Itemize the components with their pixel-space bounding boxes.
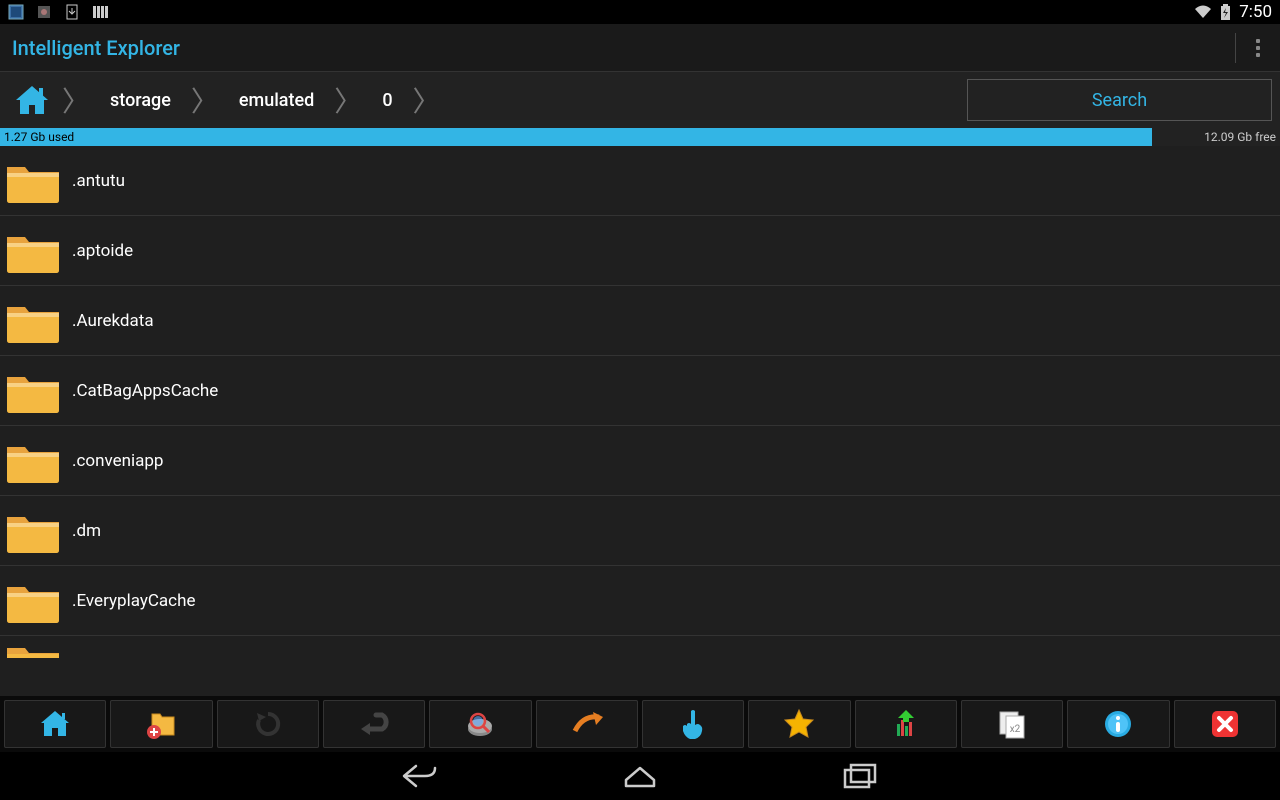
home-outline-icon bbox=[622, 762, 658, 790]
toolbar-sort-button[interactable] bbox=[536, 700, 638, 748]
chevron-right-icon: 〉 bbox=[185, 80, 225, 120]
toolbar-search-disk-button[interactable] bbox=[429, 700, 531, 748]
sort-icon bbox=[569, 709, 605, 739]
folder-name: .aptoide bbox=[72, 241, 133, 261]
breadcrumb-item-emulated[interactable]: emulated bbox=[225, 90, 328, 111]
status-bar: 7:50 bbox=[0, 0, 1280, 24]
toolbar-select-button[interactable] bbox=[642, 700, 744, 748]
back-icon bbox=[402, 762, 438, 790]
folder-icon bbox=[4, 367, 62, 415]
folder-row[interactable]: .conveniapp bbox=[0, 426, 1280, 496]
chevron-right-icon: 〉 bbox=[328, 80, 368, 120]
search-button[interactable]: Search bbox=[967, 79, 1272, 121]
toolbar-refresh-button[interactable] bbox=[217, 700, 319, 748]
title-divider bbox=[1235, 33, 1236, 63]
overflow-menu-button[interactable] bbox=[1248, 31, 1268, 65]
folder-row[interactable]: .EveryplayCache bbox=[0, 566, 1280, 636]
recents-icon bbox=[843, 763, 877, 789]
folder-icon bbox=[4, 227, 62, 275]
toolbar-close-button[interactable] bbox=[1174, 700, 1276, 748]
storage-free-label: 12.09 Gb free bbox=[1204, 130, 1280, 144]
upload-icon bbox=[891, 708, 921, 740]
storage-usage-bar: 1.27 Gb used 12.09 Gb free bbox=[0, 128, 1280, 146]
folder-name: .Aurekdata bbox=[72, 311, 154, 331]
toolbar-new-folder-button[interactable] bbox=[110, 700, 212, 748]
status-bars-icon bbox=[92, 4, 108, 20]
status-download-icon bbox=[64, 4, 80, 20]
breadcrumb-item-0[interactable]: 0 bbox=[368, 90, 406, 111]
toolbar-favorite-button[interactable] bbox=[748, 700, 850, 748]
breadcrumb-item-storage[interactable]: storage bbox=[96, 90, 185, 111]
app-title: Intelligent Explorer bbox=[12, 36, 180, 60]
folder-icon bbox=[4, 577, 62, 625]
folder-row[interactable]: .CatBagAppsCache bbox=[0, 356, 1280, 426]
undo-icon bbox=[356, 711, 392, 737]
android-nav-bar bbox=[0, 752, 1280, 800]
folder-row[interactable] bbox=[0, 636, 1280, 658]
folder-row[interactable]: .antutu bbox=[0, 146, 1280, 216]
toolbar-undo-button[interactable] bbox=[323, 700, 425, 748]
breadcrumb-home-button[interactable] bbox=[8, 80, 56, 120]
folder-icon bbox=[4, 297, 62, 345]
folder-name: .dm bbox=[72, 521, 101, 541]
folder-name: .CatBagAppsCache bbox=[72, 381, 218, 401]
star-icon bbox=[783, 708, 815, 740]
home-icon bbox=[38, 709, 72, 739]
folder-icon bbox=[4, 638, 62, 658]
folder-name: .conveniapp bbox=[72, 451, 163, 471]
folder-icon bbox=[4, 507, 62, 555]
wifi-icon bbox=[1194, 4, 1212, 20]
status-clock: 7:50 bbox=[1239, 2, 1272, 22]
status-app1-icon bbox=[8, 4, 24, 20]
nav-home-button[interactable] bbox=[620, 756, 660, 796]
home-icon bbox=[12, 82, 52, 118]
svg-text:x2: x2 bbox=[1010, 724, 1021, 735]
chevron-right-icon: 〉 bbox=[407, 80, 447, 120]
breadcrumb: 〉 storage 〉 emulated 〉 0 〉 Search bbox=[0, 72, 1280, 128]
bottom-toolbar: x2 bbox=[0, 696, 1280, 752]
folder-row[interactable]: .aptoide bbox=[0, 216, 1280, 286]
folder-name: .antutu bbox=[72, 171, 125, 191]
search-label: Search bbox=[1092, 90, 1147, 111]
close-icon bbox=[1210, 709, 1240, 739]
storage-used-label: 1.27 Gb used bbox=[0, 128, 1152, 146]
hand-pointer-icon bbox=[681, 708, 705, 740]
toolbar-copy-button[interactable]: x2 bbox=[961, 700, 1063, 748]
nav-back-button[interactable] bbox=[400, 756, 440, 796]
battery-charging-icon bbox=[1220, 4, 1231, 21]
chevron-right-icon: 〉 bbox=[56, 80, 96, 120]
toolbar-info-button[interactable] bbox=[1067, 700, 1169, 748]
folder-row[interactable]: .Aurekdata bbox=[0, 286, 1280, 356]
disk-search-icon bbox=[464, 708, 496, 740]
copy-icon: x2 bbox=[996, 708, 1028, 740]
nav-recents-button[interactable] bbox=[840, 756, 880, 796]
toolbar-upload-button[interactable] bbox=[855, 700, 957, 748]
folder-row[interactable]: .dm bbox=[0, 496, 1280, 566]
info-icon bbox=[1103, 709, 1133, 739]
folder-icon bbox=[4, 157, 62, 205]
folder-name: .EveryplayCache bbox=[72, 591, 195, 611]
new-folder-icon bbox=[144, 708, 178, 740]
status-app2-icon bbox=[36, 4, 52, 20]
app-title-bar: Intelligent Explorer bbox=[0, 24, 1280, 72]
file-list[interactable]: .antutu .aptoide .Aurekdata .CatBagAppsCach… bbox=[0, 146, 1280, 696]
folder-icon bbox=[4, 437, 62, 485]
toolbar-home-button[interactable] bbox=[4, 700, 106, 748]
refresh-icon bbox=[253, 709, 283, 739]
